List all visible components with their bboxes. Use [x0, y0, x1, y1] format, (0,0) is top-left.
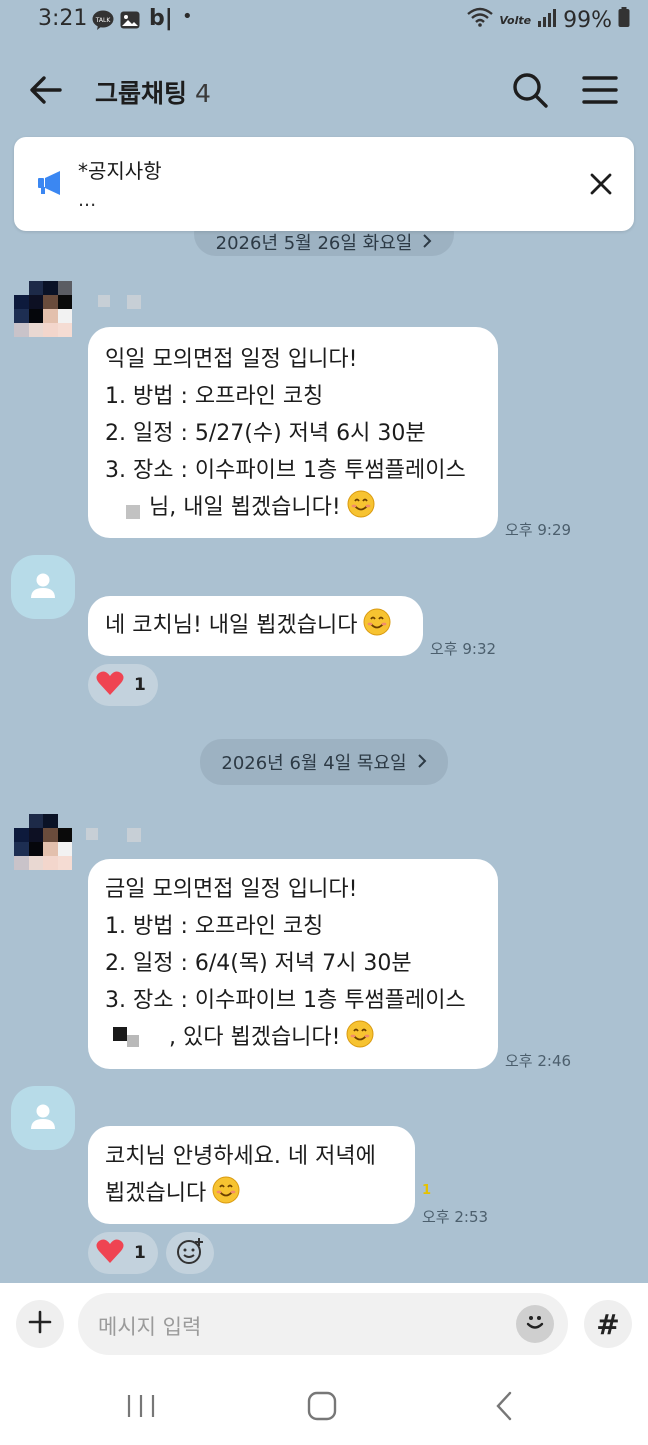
message-line: 1. 방법 : 오프라인 코칭 — [105, 914, 324, 939]
status-bar: 3:21 TALK b| • Volte 99% — [0, 0, 648, 44]
back-arrow-icon[interactable] — [26, 70, 66, 110]
avatar[interactable] — [14, 814, 72, 884]
smiling-emoji-icon — [346, 1020, 374, 1060]
message-bubble[interactable]: 코치님 안녕하세요. 네 저녁에 뵙겠습니다 — [88, 1126, 415, 1224]
message-bubble[interactable]: 금일 모의면접 일정 입니다! 1. 방법 : 오프라인 코칭 2. 일정 : … — [88, 859, 498, 1069]
redacted-name — [127, 295, 141, 309]
avatar[interactable] — [11, 555, 75, 619]
svg-text:TALK: TALK — [95, 17, 112, 24]
avatar[interactable] — [14, 281, 72, 351]
message-bubble[interactable]: 네 코치님! 내일 뵙겠습니다 — [88, 596, 423, 656]
system-nav-bar — [0, 1367, 648, 1445]
chevron-right-icon — [417, 752, 427, 773]
reaction-count: 1 — [134, 675, 146, 695]
reaction-chip[interactable]: 1 — [88, 1232, 158, 1274]
message-line: 익일 모의면접 일정 입니다! — [105, 347, 358, 372]
chat-title-text: 그룹채팅 — [95, 79, 188, 108]
recent-apps-icon[interactable] — [126, 1393, 156, 1423]
smiling-emoji-icon — [212, 1176, 240, 1216]
back-icon[interactable] — [494, 1391, 514, 1425]
message-line: 1. 방법 : 오프라인 코칭 — [105, 384, 324, 409]
chevron-right-icon — [422, 232, 432, 253]
hashtag-icon: # — [596, 1307, 620, 1341]
talk-notification-icon: TALK — [92, 10, 114, 30]
message-line: 코치님 안녕하세요. 네 저녁에 — [105, 1144, 376, 1169]
redacted-name — [113, 1027, 127, 1041]
battery-percent: 99% — [563, 7, 612, 33]
notice-body: ... — [78, 189, 97, 211]
battery-icon — [618, 7, 630, 33]
message-bubble[interactable]: 익일 모의면접 일정 입니다! 1. 방법 : 오프라인 코칭 2. 일정 : … — [88, 327, 498, 538]
redacted-name — [86, 828, 98, 840]
attach-button[interactable] — [16, 1300, 64, 1348]
input-bar: 메시지 입력 # — [0, 1283, 648, 1367]
plus-icon — [28, 1310, 52, 1338]
menu-icon[interactable] — [580, 70, 620, 110]
date-label: 2026년 5월 26일 화요일 — [215, 233, 413, 254]
reaction-chip[interactable]: 1 — [88, 664, 158, 706]
notice-title: *공지사항 — [78, 159, 162, 183]
member-count: 4 — [195, 79, 211, 108]
search-icon[interactable] — [510, 70, 550, 110]
add-emoji-icon — [175, 1236, 205, 1270]
blog-notification-icon: b| — [149, 6, 173, 31]
heart-icon — [96, 670, 124, 700]
notice-banner[interactable]: *공지사항 ... — [14, 137, 634, 231]
smiling-emoji-icon — [347, 490, 375, 530]
timestamp: 오후 9:29 — [505, 521, 572, 539]
timestamp: 오후 9:32 — [430, 640, 497, 658]
chat-title: 그룹채팅 4 — [95, 74, 211, 110]
heart-icon — [96, 1238, 124, 1268]
gallery-notification-icon — [120, 10, 140, 30]
redacted-name — [127, 828, 141, 842]
date-divider[interactable]: 2026년 6월 4일 목요일 — [200, 739, 448, 785]
unread-count: 1 — [422, 1183, 432, 1198]
message-line: 2. 일정 : 6/4(목) 저녁 7시 30분 — [105, 951, 412, 976]
message-line: 2. 일정 : 5/27(수) 저녁 6시 30분 — [105, 421, 426, 446]
status-time: 3:21 — [38, 6, 88, 31]
emoticon-button[interactable] — [516, 1305, 554, 1343]
message-line: 뵙겠습니다 — [105, 1181, 207, 1206]
timestamp: 오후 2:53 — [422, 1208, 489, 1226]
person-icon — [28, 1101, 58, 1135]
emoticon-icon — [522, 1309, 548, 1339]
message-line: 금일 모의면접 일정 입니다! — [105, 877, 358, 902]
close-icon[interactable] — [588, 171, 614, 197]
message-line: , 있다 뵙겠습니다! — [169, 1025, 341, 1050]
message-input-placeholder: 메시지 입력 — [98, 1315, 202, 1339]
add-reaction-button[interactable] — [166, 1232, 214, 1274]
date-label: 2026년 6월 4일 목요일 — [221, 753, 407, 774]
status-right: Volte 99% — [467, 7, 630, 33]
home-icon[interactable] — [307, 1391, 337, 1425]
more-notifications-dot: • — [182, 6, 193, 27]
signal-icon — [537, 8, 557, 33]
redacted-name — [127, 1035, 139, 1047]
message-line: 네 코치님! 내일 뵙겠습니다 — [105, 613, 358, 638]
wifi-icon — [467, 7, 494, 33]
message-line: 3. 장소 : 이수파이브 1층 투썸플레이스 — [105, 458, 466, 483]
message-line: 3. 장소 : 이수파이브 1층 투썸플레이스 — [105, 988, 466, 1013]
timestamp: 오후 2:46 — [505, 1052, 572, 1070]
volte-icon: Volte — [499, 13, 532, 27]
megaphone-icon — [36, 169, 66, 201]
redacted-name — [126, 505, 140, 519]
hashtag-search-button[interactable]: # — [584, 1300, 632, 1348]
redacted-name — [98, 295, 110, 307]
message-line: 님, 내일 뵙겠습니다! — [149, 495, 341, 520]
reaction-count: 1 — [134, 1243, 146, 1263]
message-input[interactable]: 메시지 입력 — [78, 1293, 568, 1355]
smiling-emoji-icon — [363, 608, 391, 648]
person-icon — [28, 570, 58, 604]
avatar[interactable] — [11, 1086, 75, 1150]
